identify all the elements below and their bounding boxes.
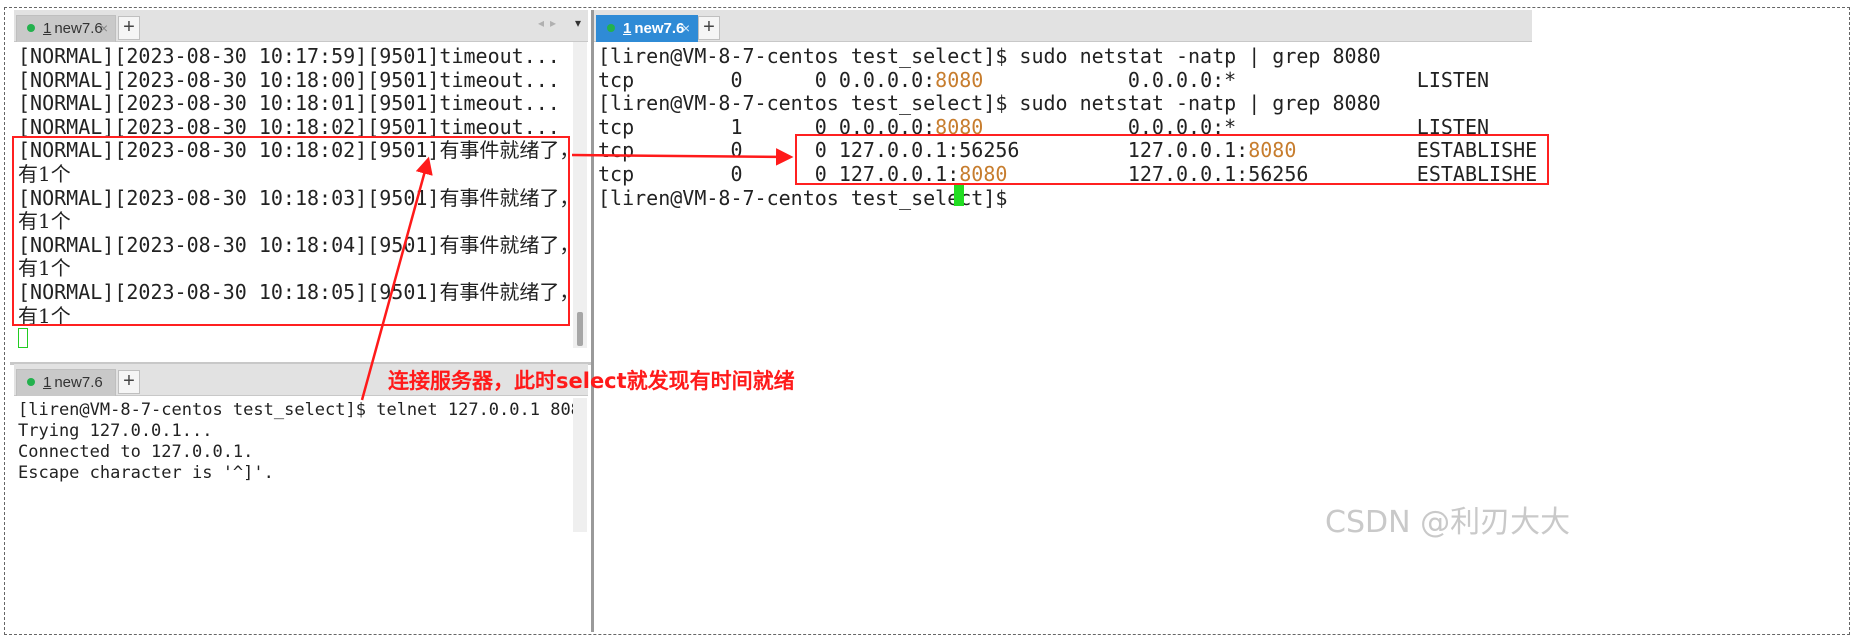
csdn-watermark: CSDN @利刃大大 bbox=[1325, 505, 1571, 540]
annotation-arrows bbox=[360, 148, 794, 401]
annotation-label: 连接服务器，此时select就发现有时间就绪 bbox=[388, 369, 795, 393]
arrow-to-established bbox=[571, 148, 794, 166]
arrow-to-event-log bbox=[360, 156, 433, 401]
